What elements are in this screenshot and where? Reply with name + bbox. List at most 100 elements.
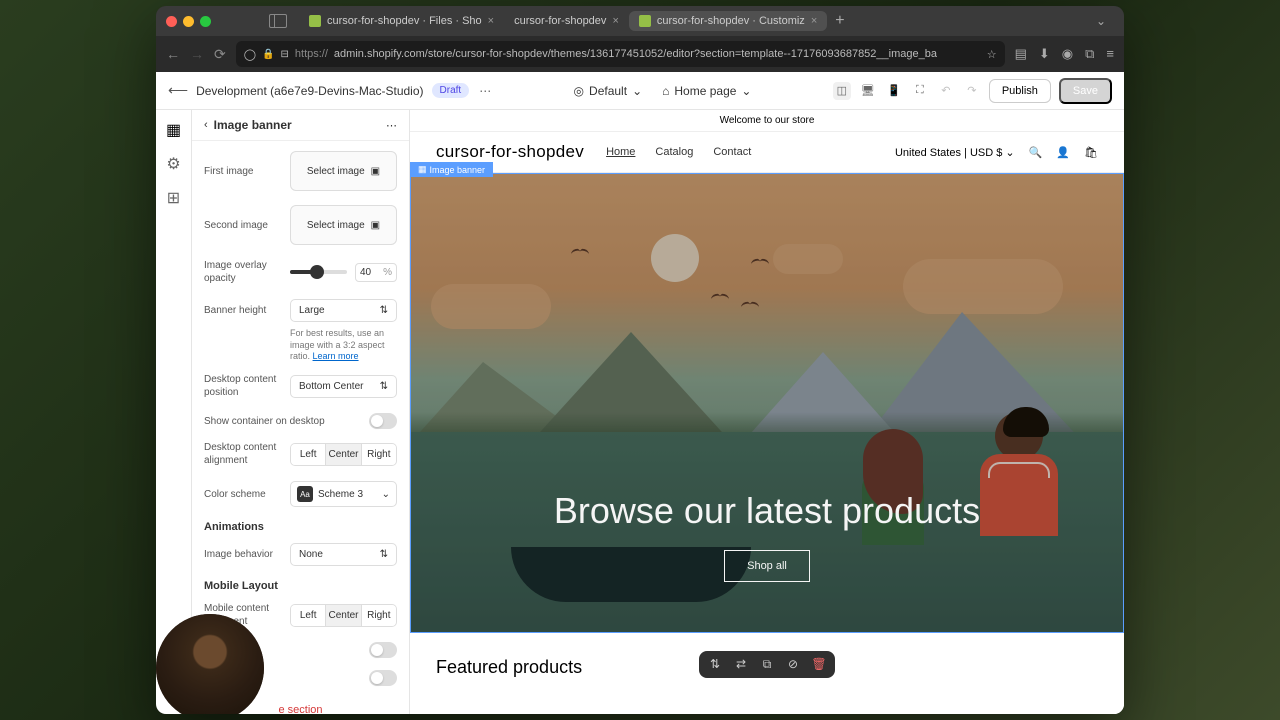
fullscreen-button[interactable]: ⛶ — [911, 82, 929, 100]
overlay-opacity-slider[interactable] — [290, 270, 347, 274]
delete-icon[interactable]: 🗑 — [811, 657, 827, 672]
move-icon[interactable]: ⇄ — [733, 657, 749, 672]
section-menu-button[interactable]: ⋯ — [386, 119, 397, 132]
shop-all-button[interactable]: Shop all — [724, 550, 810, 582]
nav-contact[interactable]: Contact — [713, 146, 751, 158]
m-align-center-option[interactable]: Center — [326, 605, 361, 626]
account-icon[interactable]: 👤 — [1056, 146, 1070, 159]
exit-editor-button[interactable]: ⟵ — [168, 82, 188, 99]
save-button[interactable]: Save — [1059, 78, 1112, 104]
m-align-left-option[interactable]: Left — [291, 605, 326, 626]
duplicate-icon[interactable]: ⧉ — [759, 657, 775, 672]
chevron-down-icon: ⌄ — [741, 84, 751, 98]
forward-button[interactable]: → — [190, 46, 204, 62]
align-right-option[interactable]: Right — [362, 444, 396, 465]
theme-preview: Welcome to our store cursor-for-shopdev … — [410, 110, 1124, 714]
banner-heading[interactable]: Browse our latest products — [554, 490, 980, 532]
reload-button[interactable]: ⟳ — [214, 46, 226, 63]
desktop-alignment-segment[interactable]: Left Center Right — [290, 443, 397, 466]
inspector-toggle[interactable]: ◫ — [833, 82, 851, 100]
close-icon[interactable]: × — [488, 15, 494, 27]
desktop-content-position-label: Desktop content position — [204, 373, 282, 399]
overlay-opacity-input[interactable]: 40% — [355, 263, 397, 282]
download-icon[interactable]: ⬇ — [1039, 46, 1050, 62]
tab-2[interactable]: cursor-for-shopdev× — [504, 11, 629, 31]
image-behavior-select[interactable]: None⇅ — [290, 543, 397, 566]
mobile-toggle-2[interactable] — [369, 670, 397, 686]
palette-icon: ◎ — [574, 84, 584, 98]
show-container-toggle[interactable] — [369, 413, 397, 429]
nav-catalog[interactable]: Catalog — [655, 146, 693, 158]
banner-content: Browse our latest products Shop all — [411, 174, 1123, 632]
drag-handle-icon[interactable]: ⇅ — [707, 657, 723, 672]
sections-icon[interactable]: ▦ — [166, 122, 182, 138]
back-button[interactable]: ← — [166, 46, 180, 62]
tab-3[interactable]: cursor-for-shopdev · Customiz× — [629, 11, 827, 31]
tab-1[interactable]: cursor-for-shopdev · Files · Sho× — [299, 11, 504, 31]
mobile-layout-heading: Mobile Layout — [204, 580, 397, 592]
image-icon: ▣ — [371, 220, 380, 231]
image-icon: ▣ — [371, 166, 380, 177]
mobile-toggle-1[interactable] — [369, 642, 397, 658]
view-selector[interactable]: ◎Default⌄ — [574, 84, 643, 98]
redo-button[interactable]: ↷ — [963, 82, 981, 100]
apps-icon[interactable]: ⊞ — [166, 190, 182, 206]
close-window-button[interactable] — [166, 16, 177, 27]
url-input[interactable]: ◯ 🔒 ⊟ https://admin.shopify.com/store/cu… — [236, 41, 1005, 67]
address-bar: ← → ⟳ ◯ 🔒 ⊟ https://admin.shopify.com/st… — [156, 36, 1124, 72]
align-left-option[interactable]: Left — [291, 444, 326, 465]
back-icon[interactable]: ‹ — [204, 119, 208, 131]
settings-icon[interactable]: ⚙ — [166, 156, 182, 172]
m-align-right-option[interactable]: Right — [362, 605, 396, 626]
more-actions-button[interactable]: ⋯ — [479, 84, 492, 98]
select-second-image-button[interactable]: Select image▣ — [290, 205, 397, 245]
show-container-label: Show container on desktop — [204, 416, 325, 427]
desktop-content-position-select[interactable]: Bottom Center⇅ — [290, 375, 397, 398]
align-center-option[interactable]: Center — [326, 444, 361, 465]
presenter-avatar — [192, 614, 264, 714]
search-icon[interactable]: 🔍 — [1029, 146, 1043, 159]
minimize-window-button[interactable] — [183, 16, 194, 27]
theme-name: Development (a6e7e9-Devins-Mac-Studio) — [196, 84, 423, 98]
store-logo[interactable]: cursor-for-shopdev — [436, 142, 584, 162]
nav-home[interactable]: Home — [606, 146, 635, 158]
close-icon[interactable]: × — [612, 15, 618, 27]
section-selected-badge[interactable]: ▦ Image banner — [410, 162, 493, 177]
chevron-down-icon: ⌄ — [382, 489, 390, 500]
sidebar-toggle-icon[interactable] — [269, 14, 287, 28]
chevron-down-icon: ⌄ — [632, 84, 642, 98]
app-content: ⟵ Development (a6e7e9-Devins-Mac-Studio)… — [156, 72, 1124, 714]
maximize-window-button[interactable] — [200, 16, 211, 27]
image-behavior-label: Image behavior — [204, 548, 282, 561]
image-banner-section[interactable]: Browse our latest products Shop all — [410, 173, 1124, 633]
select-first-image-button[interactable]: Select image▣ — [290, 151, 397, 191]
undo-button[interactable]: ↶ — [937, 82, 955, 100]
new-tab-button[interactable]: + — [827, 12, 852, 30]
mobile-preview-button[interactable]: 📱 — [885, 82, 903, 100]
lock-icon: 🔒 — [262, 49, 274, 60]
overlay-opacity-label: Image overlay opacity — [204, 259, 282, 285]
extensions-icon[interactable]: ⧉ — [1085, 46, 1094, 62]
account-icon[interactable]: ◉ — [1062, 46, 1073, 62]
reader-icon[interactable]: ▤ — [1015, 46, 1027, 62]
site-header: cursor-for-shopdev Home Catalog Contact … — [410, 132, 1124, 173]
close-icon[interactable]: × — [811, 15, 817, 27]
color-scheme-select[interactable]: AaScheme 3⌄ — [290, 481, 397, 507]
banner-height-select[interactable]: Large⇅ — [290, 299, 397, 322]
cart-icon[interactable]: 🛍 — [1084, 146, 1098, 159]
page-selector[interactable]: ⌂Home page⌄ — [662, 84, 751, 98]
first-image-label: First image — [204, 165, 282, 178]
announcement-bar: Welcome to our store — [410, 110, 1124, 132]
region-selector[interactable]: United States | USD $ ⌄ — [895, 146, 1015, 159]
mobile-alignment-segment[interactable]: Left Center Right — [290, 604, 397, 627]
hide-icon[interactable]: ⊘ — [785, 657, 801, 672]
desktop-preview-button[interactable]: 🖥 — [859, 82, 877, 100]
star-icon[interactable]: ☆ — [987, 48, 997, 61]
learn-more-link[interactable]: Learn more — [313, 351, 359, 361]
publish-button[interactable]: Publish — [989, 79, 1051, 103]
section-title: Image banner — [214, 118, 292, 132]
shopify-favicon-icon — [639, 15, 651, 27]
menu-icon[interactable]: ≡ — [1106, 46, 1114, 62]
window-titlebar: cursor-for-shopdev · Files · Sho× cursor… — [156, 6, 1124, 36]
chevron-down-icon[interactable]: ⌄ — [1088, 14, 1114, 28]
